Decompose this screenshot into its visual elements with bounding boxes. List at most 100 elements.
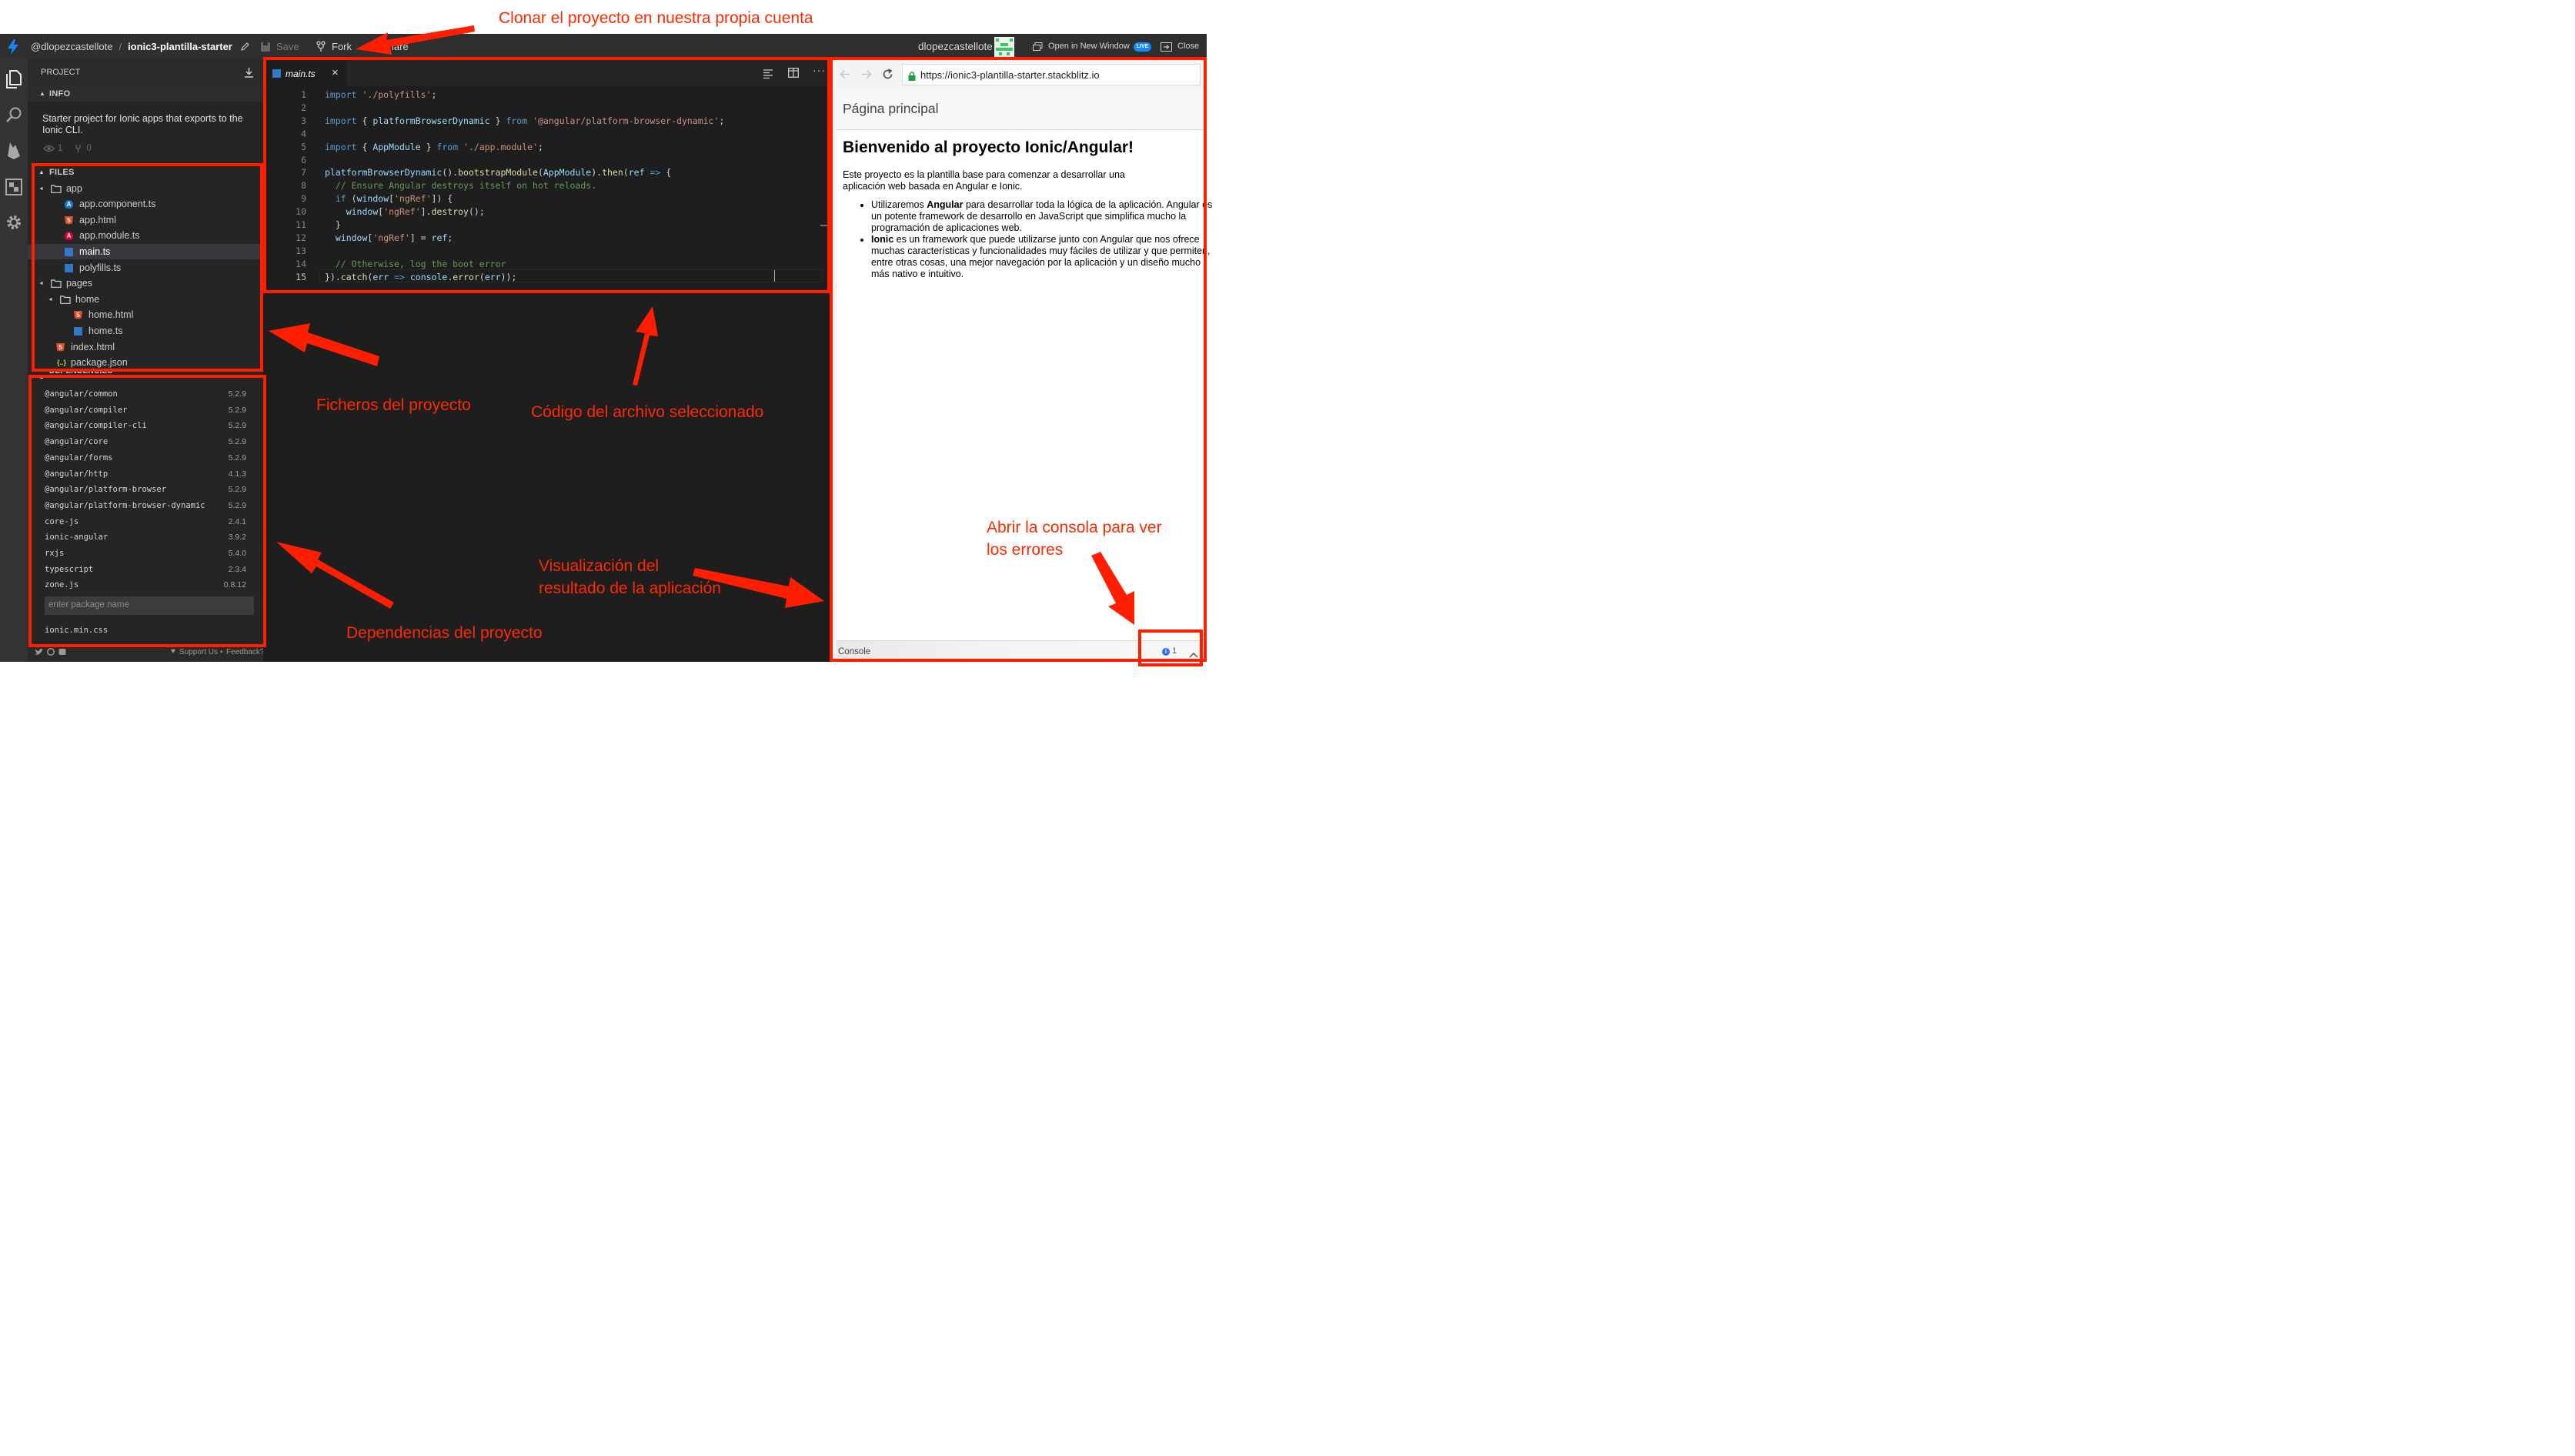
file-tree-item[interactable]: home.ts (28, 323, 263, 339)
package-search-input[interactable]: enter package name (45, 596, 254, 615)
open-new-window-button[interactable]: Open in New Window LIVE (1033, 34, 1152, 59)
annotation-preview-1: Visualización del (539, 557, 660, 575)
file-tree-item[interactable]: polyfills.ts (28, 260, 263, 276)
json-file-icon: {..} (56, 358, 66, 366)
format-code-icon[interactable] (763, 68, 773, 82)
activity-bar (0, 59, 28, 662)
code-text: platformBrowserDynamic().bootstrapModule… (325, 167, 672, 179)
folder-expand-triangle-icon[interactable]: ▲ (43, 297, 58, 302)
save-button[interactable]: Save (260, 34, 299, 59)
file-tree-item[interactable]: {..} package.json (28, 355, 263, 370)
angular-file-icon: A (65, 199, 73, 209)
collapse-triangle-icon: ▲ (38, 169, 45, 175)
files-icon[interactable] (5, 70, 22, 88)
file-tree-label: pages (65, 278, 92, 289)
info-section-header[interactable]: ▲ INFO (28, 86, 263, 102)
file-tree-item[interactable]: 5 home.html (28, 307, 263, 322)
html-file-icon: 5 (65, 215, 73, 225)
tab-close-icon[interactable]: × (332, 66, 339, 79)
console-bar[interactable]: Console i 1 (837, 640, 1207, 663)
live-badge: LIVE (1133, 42, 1152, 52)
code-line: 5 import { AppModule } from './app.module… (263, 141, 830, 154)
url-bar[interactable]: https://ionic3-plantilla-starter.stackbl… (902, 64, 1201, 85)
feedback-link[interactable]: Feedback? (226, 648, 264, 656)
close-panel-icon (1161, 42, 1172, 52)
github-icon[interactable] (47, 648, 55, 658)
file-tree-item[interactable]: ▲ app (28, 181, 263, 196)
dependency-item[interactable]: @angular/compiler 5.2.9 (45, 402, 246, 418)
dependency-item[interactable]: @angular/forms 5.2.9 (45, 450, 246, 466)
dependencies-section-header[interactable]: ▲ DEPENDENCIES (28, 371, 263, 383)
project-header: PROJECT (28, 59, 263, 86)
search-icon[interactable] (5, 106, 22, 123)
dependency-item[interactable]: core-js 2.4.1 (45, 514, 246, 529)
settings-gear-icon[interactable] (5, 214, 22, 231)
text-cursor (774, 270, 775, 282)
dependency-name: typescript (45, 564, 94, 574)
firebase-icon[interactable] (5, 141, 22, 159)
code-text: window['ngRef'] = ref; (335, 232, 453, 243)
dependency-item[interactable]: @angular/core 5.2.9 (45, 434, 246, 449)
annotation-deps: Dependencias del proyecto (346, 624, 543, 642)
dependency-item[interactable]: @angular/compiler-cli 5.2.9 (45, 418, 246, 433)
dependency-item[interactable]: @angular/platform-browser 5.2.9 (45, 482, 246, 497)
dependency-item[interactable]: rxjs 5.4.0 (45, 546, 246, 561)
avatar[interactable] (994, 34, 1014, 59)
dependency-item[interactable]: @angular/platform-browser-dynamic 5.2.9 (45, 498, 246, 513)
file-tree-item[interactable]: 5 app.html (28, 212, 263, 228)
forward-arrow-icon[interactable] (861, 69, 872, 83)
project-owner[interactable]: @dlopezcastellote (31, 34, 112, 59)
file-tree-label: home (75, 294, 100, 305)
line-number: 3 (301, 115, 306, 126)
code-text: window['ngRef'].destroy(); (346, 206, 485, 218)
page-heading: Bienvenido al proyecto Ionic/Angular! (843, 139, 1134, 156)
tab-main-ts[interactable]: main.ts × (263, 59, 346, 86)
ionic-header: Página principal (837, 90, 1207, 130)
discord-icon[interactable] (58, 648, 66, 658)
folder-expand-triangle-icon[interactable]: ▲ (34, 186, 49, 192)
username[interactable]: dlopezcastellote (918, 34, 993, 59)
code-text: if (window['ngRef']) { (335, 193, 453, 205)
code-text: import { AppModule } from './app.module'… (325, 141, 543, 152)
code-area[interactable]: 1 import './polyfills'; 2 3 import { platfor… (263, 86, 830, 286)
twitter-icon[interactable] (35, 649, 43, 658)
line-number: 9 (301, 193, 306, 205)
back-arrow-icon[interactable] (840, 69, 850, 83)
fork-button[interactable]: Fork (316, 34, 352, 59)
code-line: 7 platformBrowserDynamic().bootstrapModul… (263, 166, 830, 179)
project-sidebar: PROJECT ▲ INFO Starter project for Ionic… (28, 59, 264, 662)
download-icon[interactable] (244, 67, 254, 80)
ts-file-icon (65, 263, 73, 272)
dependency-version: 5.2.9 (228, 437, 246, 447)
file-tree-item[interactable]: ▲ home (28, 292, 263, 307)
dependency-version: 5.2.9 (228, 405, 246, 415)
dependency-item[interactable]: @angular/http 4.1.3 (45, 466, 246, 482)
file-tree-item[interactable]: main.ts (28, 244, 263, 259)
file-tree-item[interactable]: Aapp.module.ts (28, 228, 263, 243)
close-preview-button[interactable]: Close (1161, 34, 1199, 59)
annotation-clone: Clonar el proyecto en nuestra propia cue… (499, 9, 813, 27)
file-tree-item[interactable]: ▲ pages (28, 276, 263, 291)
project-description: Starter project for Ionic apps that expo… (42, 113, 243, 135)
support-link[interactable]: Support Us (179, 648, 218, 656)
annotation-console-2: los errores (987, 541, 1064, 559)
pencil-icon[interactable] (240, 42, 250, 52)
dependency-item[interactable]: typescript 2.3.4 (45, 562, 246, 577)
external-css-item[interactable]: ionic.min.css (45, 623, 246, 638)
files-section-header[interactable]: ▲ FILES (28, 165, 263, 180)
dependency-item[interactable]: @angular/common 5.2.9 (45, 386, 246, 402)
split-editor-icon[interactable] (788, 68, 799, 82)
dependency-item[interactable]: ionic-angular 3.9.2 (45, 529, 246, 545)
chevron-up-icon[interactable] (1189, 648, 1198, 662)
folder-expand-triangle-icon[interactable]: ▲ (34, 281, 49, 286)
dependency-item[interactable]: zone.js 0.8.12 (45, 577, 246, 593)
feature-list: Utilizaremos Angular para desarrollar to… (843, 199, 1217, 280)
reload-icon[interactable] (882, 68, 893, 84)
extensions-icon[interactable] (5, 179, 22, 195)
share-button[interactable]: Share (382, 34, 409, 59)
project-name[interactable]: ionic3-plantilla-starter (128, 34, 232, 59)
file-tree-item[interactable]: 5 index.html (28, 339, 263, 355)
stackblitz-logo-icon[interactable] (7, 34, 19, 59)
more-actions-icon[interactable]: ··· (813, 64, 826, 76)
file-tree-item[interactable]: Aapp.component.ts (28, 196, 263, 212)
